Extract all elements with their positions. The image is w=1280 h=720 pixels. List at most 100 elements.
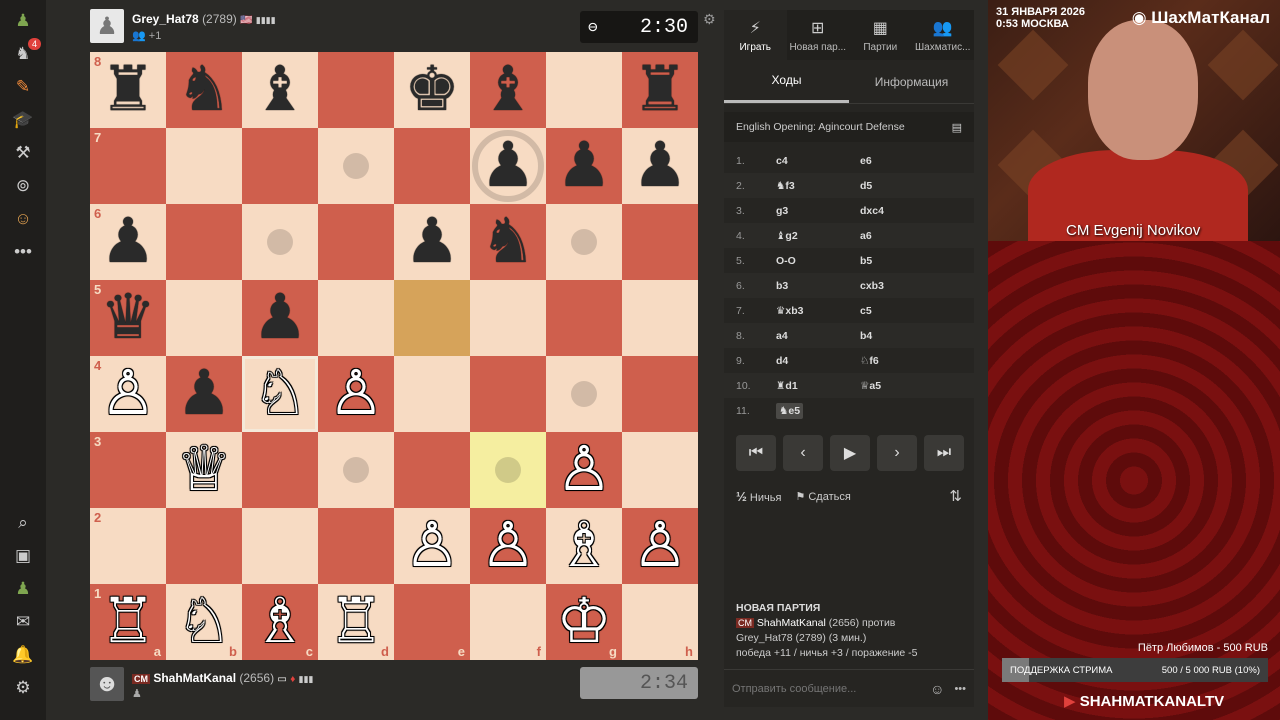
prev-move-button[interactable]: ‹ [783,435,823,471]
friends-icon[interactable]: ♟ [11,577,35,601]
white-move[interactable]: ♞e5 [776,402,804,419]
square-g8[interactable] [546,52,622,128]
piece-e2[interactable]: ♙ [404,515,460,577]
tab-info[interactable]: Информация [849,60,974,103]
white-move[interactable]: c4 [776,155,788,167]
square-c4[interactable]: ♘ [242,356,318,432]
square-g5[interactable] [546,280,622,356]
white-move[interactable]: O-O [776,255,796,267]
square-h5[interactable] [622,280,698,356]
square-a6[interactable]: 6 ♟ [90,204,166,280]
piece-f6[interactable]: ♞ [480,211,536,273]
tab-games[interactable]: ▦ Партии [849,10,912,60]
last-move-button[interactable]: ⏭ [924,435,964,471]
piece-a8[interactable]: ♜ [100,59,156,121]
settings-icon[interactable]: ⚙ [11,676,35,700]
opening-name[interactable]: English Opening: Agincourt Defense [736,121,905,133]
square-f4[interactable] [470,356,546,432]
piece-e6[interactable]: ♟ [404,211,460,273]
black-move[interactable]: ♕a5 [860,380,950,392]
piece-f8[interactable]: ♝ [480,59,536,121]
square-d3[interactable] [318,432,394,508]
top-player-name[interactable]: Grey_Hat78 [132,12,199,26]
square-f3[interactable] [470,432,546,508]
education-icon[interactable]: 🎓 [11,108,35,132]
piece-f2[interactable]: ♙ [480,515,536,577]
square-b5[interactable] [166,280,242,356]
chat-input[interactable] [732,682,931,695]
white-move[interactable]: g3 [776,205,788,217]
pawn-icon[interactable]: ♟ [11,9,35,33]
piece-b4[interactable]: ♟ [176,363,232,425]
square-e3[interactable] [394,432,470,508]
square-a2[interactable]: 2 [90,508,166,584]
black-move[interactable]: b4 [860,330,950,342]
bottom-player-avatar[interactable]: ☻ [90,667,124,701]
piece-d4[interactable]: ♙ [328,363,384,425]
piece-a5[interactable]: ♛ [100,287,156,349]
square-b6[interactable] [166,204,242,280]
square-h7[interactable]: ♟ [622,128,698,204]
square-d7[interactable] [318,128,394,204]
black-move[interactable]: ♘f6 [860,355,950,367]
square-h6[interactable] [622,204,698,280]
piece-h2[interactable]: ♙ [632,515,688,577]
draw-button[interactable]: ½ Ничья [736,489,781,504]
piece-g1[interactable]: ♔ [556,591,612,653]
piece-b8[interactable]: ♞ [176,59,232,121]
piece-g3[interactable]: ♙ [556,439,612,501]
piece-b3[interactable]: ♕ [176,439,232,501]
binoculars-icon[interactable]: ⊚ [11,174,35,198]
square-h4[interactable] [622,356,698,432]
square-c7[interactable] [242,128,318,204]
square-a1[interactable]: 1 a ♖ [90,584,166,660]
square-e2[interactable]: ♙ [394,508,470,584]
piece-g7[interactable]: ♟ [556,135,612,197]
square-d6[interactable] [318,204,394,280]
piece-g2[interactable]: ♗ [556,515,612,577]
square-a5[interactable]: 5 ♛ [90,280,166,356]
square-e1[interactable]: e [394,584,470,660]
bottom-player-name-row[interactable]: CM ShahMatKanal (2656) ▭ ♦ ▮▮▮ [132,671,314,685]
piece-d1[interactable]: ♖ [328,591,384,653]
next-move-button[interactable]: › [877,435,917,471]
piece-b1[interactable]: ♘ [176,591,232,653]
square-d2[interactable] [318,508,394,584]
piece-c4[interactable]: ♘ [252,363,308,425]
piece-c5[interactable]: ♟ [252,287,308,349]
square-a4[interactable]: 4 ♙ [90,356,166,432]
white-move[interactable]: ♜d1 [776,380,798,392]
square-d4[interactable]: ♙ [318,356,394,432]
flip-board-icon[interactable]: ⇅ [949,487,962,505]
square-f6[interactable]: ♞ [470,204,546,280]
more-icon[interactable]: ••• [11,240,35,264]
square-d5[interactable] [318,280,394,356]
black-move[interactable]: b5 [860,255,950,267]
chess-board[interactable]: 8 ♜ ♞ ♝ ♚ ♝ ♜ 7 ♟ ♟ ♟ 6 ♟ ♟ ♞ 5 ♛ ♟ 4 ♙ ♟ ♘ ♙ 3 ♕ ♙ 2 ♙ ♙ ♗ ♙ 1 a ♖ b ♘ c ♗ d ♖… [90,52,698,660]
white-move[interactable]: b3 [776,280,788,292]
square-e4[interactable] [394,356,470,432]
white-move[interactable]: a4 [776,330,788,342]
tab-new-game[interactable]: ⊞ Новая пар... [787,10,850,60]
square-g1[interactable]: g ♔ [546,584,622,660]
square-b4[interactable]: ♟ [166,356,242,432]
square-f7[interactable]: ♟ [470,128,546,204]
square-b8[interactable]: ♞ [166,52,242,128]
square-b1[interactable]: b ♘ [166,584,242,660]
square-b7[interactable] [166,128,242,204]
emoji-icon[interactable]: ☺ [930,681,944,697]
bottom-player-name[interactable]: ShahMatKanal [153,671,236,685]
square-f5[interactable] [470,280,546,356]
square-d1[interactable]: d ♖ [318,584,394,660]
play-button[interactable]: ▶ [830,435,870,471]
piece-e8[interactable]: ♚ [404,59,460,121]
tab-play[interactable]: ⚡ Играть [724,10,787,60]
square-c2[interactable] [242,508,318,584]
square-c6[interactable] [242,204,318,280]
square-e6[interactable]: ♟ [394,204,470,280]
community-icon[interactable]: ☺ [11,207,35,231]
square-f1[interactable]: f [470,584,546,660]
black-move[interactable]: cxb3 [860,280,950,292]
top-player-name-row[interactable]: Grey_Hat78 (2789) 🇺🇸 ▮▮▮▮ [132,12,276,26]
square-h2[interactable]: ♙ [622,508,698,584]
